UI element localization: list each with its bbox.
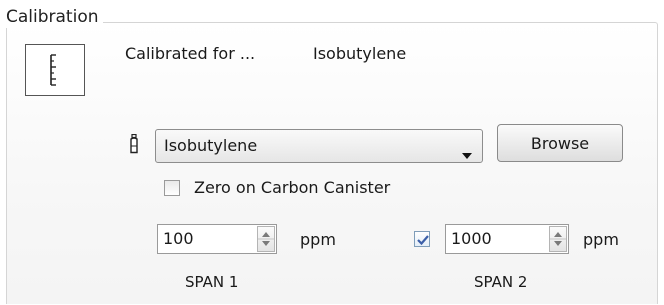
span1-label: SPAN 1 (185, 273, 239, 291)
span2-value: 1000 (451, 229, 492, 248)
browse-button[interactable]: Browse (497, 124, 623, 162)
checkmark-icon (417, 235, 429, 246)
span1-stepper[interactable]: 100 (157, 224, 277, 254)
span2-label: SPAN 2 (474, 273, 528, 291)
span2-stepper[interactable]: 1000 (445, 224, 569, 254)
calibration-ruler-icon (25, 44, 85, 96)
spin-up-down-icon[interactable] (549, 226, 567, 252)
span1-value: 100 (163, 229, 194, 248)
gas-select-dropdown[interactable]: Isobutylene (155, 129, 483, 163)
span2-unit: ppm (583, 230, 619, 249)
zero-carbon-checkbox[interactable] (164, 180, 180, 196)
spin-up-down-icon[interactable] (257, 226, 275, 252)
calibration-groupbox (6, 22, 658, 304)
gas-select-value: Isobutylene (164, 136, 258, 155)
span2-enable-checkbox[interactable] (414, 231, 430, 247)
span1-unit: ppm (300, 230, 336, 249)
group-title: Calibration (4, 6, 103, 28)
gas-cylinder-icon (128, 133, 140, 158)
chevron-down-icon (462, 144, 472, 163)
calibrated-gas-value: Isobutylene (313, 44, 407, 63)
zero-carbon-label: Zero on Carbon Canister (194, 178, 391, 197)
calibrated-for-label: Calibrated for ... (125, 44, 256, 63)
